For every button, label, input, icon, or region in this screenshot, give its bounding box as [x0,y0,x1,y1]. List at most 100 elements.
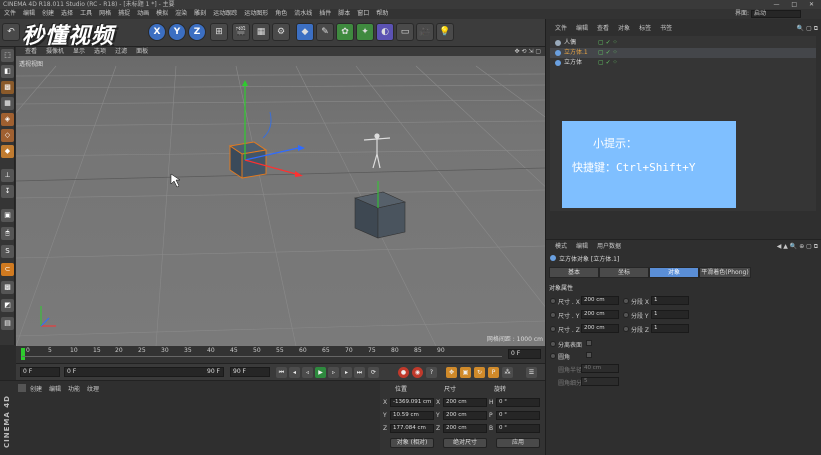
om-menu-file[interactable]: 文件 [555,25,567,32]
material-menu-function[interactable]: 功能 [68,386,80,393]
anim-radio[interactable] [623,312,629,318]
timeline-end-field[interactable]: 0 F [508,349,541,359]
material-menu-texture[interactable]: 纹理 [87,386,99,393]
figure-object[interactable] [363,133,391,169]
visibility-check-icon[interactable]: ▢ ✓ ⁘ [598,38,618,48]
tab-basic[interactable]: 基本 [549,267,599,278]
object-row-figure[interactable]: 人偶 ▢ ✓ ⁘ [550,38,816,48]
pos-z-field[interactable]: 177.084 cm [390,424,434,433]
axis-x-lock-button[interactable]: X [148,23,166,41]
timeline-menu-icon[interactable]: ☰ [526,367,537,378]
viewport-nav-icons[interactable]: ✥ ⟲ ⇲ ▢ [515,47,541,56]
menu-mesh[interactable]: 网格 [99,10,111,17]
frame-range-slider[interactable]: 0 F 90 F [64,367,224,377]
viewport-solo-icon[interactable]: ▣ [1,209,14,222]
menu-edit[interactable]: 编辑 [23,10,35,17]
om-menu-bookmarks[interactable]: 书签 [660,25,672,32]
camera-icon[interactable]: 🎥 [416,23,434,41]
object-row-cube[interactable]: 立方体 ▢ ✓ ⁘ [550,58,816,68]
tab-phong[interactable]: 平滑着色(Phong) [699,267,751,278]
panel-grip-icon[interactable] [18,384,26,392]
quantize-icon[interactable]: ▤ [1,317,14,330]
menu-motion-tracking[interactable]: 运动跟踪 [213,10,237,17]
menu-select[interactable]: 选择 [61,10,73,17]
subdivision-surface-icon[interactable]: ✿ [336,23,354,41]
goto-start-icon[interactable]: ⏮ [276,367,287,378]
om-menu-objects[interactable]: 对象 [618,25,630,32]
prev-key-icon[interactable]: ◂ [289,367,300,378]
rot-p-field[interactable]: 0 ° [496,411,540,420]
om-menu-view[interactable]: 查看 [597,25,609,32]
play-icon[interactable]: ▶ [315,367,326,378]
layout-dropdown[interactable]: 启动 [751,10,801,18]
menu-tools[interactable]: 工具 [80,10,92,17]
end-frame-field[interactable]: 90 F [230,367,270,377]
menu-window[interactable]: 窗口 [357,10,369,17]
model-mode-icon[interactable]: ◧ [1,65,14,78]
prev-frame-icon[interactable]: ◃ [302,367,313,378]
fillet-radius-input[interactable]: 40 cm [581,364,619,373]
playhead-marker[interactable] [21,348,25,360]
pos-y-field[interactable]: 10.59 cm [390,411,434,420]
size-x-input[interactable]: 200 cm [581,296,619,305]
goto-end-icon[interactable]: ⏭ [354,367,365,378]
points-mode-icon[interactable]: ◈ [1,113,14,126]
menu-help[interactable]: 帮助 [376,10,388,17]
menu-simulate[interactable]: 模拟 [156,10,168,17]
object-row-cube-1[interactable]: 立方体.1 ▢ ✓ ⁘ [550,48,816,58]
mouse-icon[interactable]: 🖱 [1,227,14,240]
attr-menu-userdata[interactable]: 用户数据 [597,243,621,250]
next-key-icon[interactable]: ▸ [341,367,352,378]
menu-sculpt[interactable]: 雕刻 [194,10,206,17]
menu-file[interactable]: 文件 [4,10,16,17]
cube-object[interactable] [354,181,406,239]
magnet-icon[interactable]: ⊂ [1,263,14,276]
apply-button[interactable]: 应用 [496,438,540,448]
key-scale-icon[interactable]: ▣ [460,367,471,378]
menu-mograph[interactable]: 运动图形 [244,10,268,17]
anim-radio[interactable] [550,298,556,304]
texture-mode-icon[interactable]: ▩ [1,81,14,94]
anim-radio[interactable] [623,326,629,332]
next-frame-icon[interactable]: ▹ [328,367,339,378]
planar-workplane-icon[interactable]: ◩ [1,299,14,312]
material-menu-edit[interactable]: 编辑 [49,386,61,393]
edges-mode-icon[interactable]: ◇ [1,129,14,142]
key-pla-icon[interactable]: ⁂ [502,367,513,378]
tab-object[interactable]: 对象 [649,267,699,278]
axis-mode-icon[interactable]: ⊥ [1,169,14,182]
undo-icon[interactable]: ↶ [2,23,20,41]
menu-snap[interactable]: 捕捉 [118,10,130,17]
polygons-mode-icon[interactable]: ◆ [1,145,14,158]
size-y-field[interactable]: 200 cm [443,411,487,420]
anim-radio[interactable] [550,326,556,332]
floor-icon[interactable]: ▭ [396,23,414,41]
rot-h-field[interactable]: 0 ° [496,398,540,407]
material-menu-create[interactable]: 创建 [30,386,42,393]
light-icon[interactable]: 💡 [436,23,454,41]
object-list[interactable]: 人偶 ▢ ✓ ⁘ 立方体.1 ▢ ✓ ⁘ 立方体 ▢ ✓ ⁘ 小提示： 快捷键：… [550,36,816,211]
render-picture-viewer-icon[interactable]: ▦ [252,23,270,41]
viewport-menu-display[interactable]: 显示 [73,48,85,55]
menu-animate[interactable]: 动画 [137,10,149,17]
keyframe-selection-icon[interactable]: ? [426,367,437,378]
size-x-field[interactable]: 200 cm [443,398,487,407]
loop-icon[interactable]: ⟳ [368,367,379,378]
separate-surfaces-checkbox[interactable] [586,340,592,346]
fillet-subdiv-input[interactable]: 5 [581,377,619,386]
menu-pipeline[interactable]: 流水线 [294,10,312,17]
coord-mode-dropdown[interactable]: 对象 (相对) [390,438,434,448]
menu-character[interactable]: 角色 [275,10,287,17]
cube-icon[interactable]: ◆ [296,23,314,41]
fillet-checkbox[interactable] [586,352,592,358]
viewport-menu-options[interactable]: 选项 [94,48,106,55]
rot-b-field[interactable]: 0 ° [496,424,540,433]
size-mode-dropdown[interactable]: 绝对尺寸 [443,438,487,448]
anim-radio[interactable] [550,341,556,347]
perspective-viewport[interactable]: 透视视图 网格间距 : 1000 cm [16,56,545,346]
current-frame-field[interactable]: 0 F [20,367,60,377]
anim-radio[interactable] [623,298,629,304]
attr-nav-icons[interactable]: ◀ ▲ 🔍 ⊕ ▢ ⧉ [777,242,818,252]
attr-menu-mode[interactable]: 模式 [555,243,567,250]
segments-x-input[interactable]: 1 [651,296,689,305]
